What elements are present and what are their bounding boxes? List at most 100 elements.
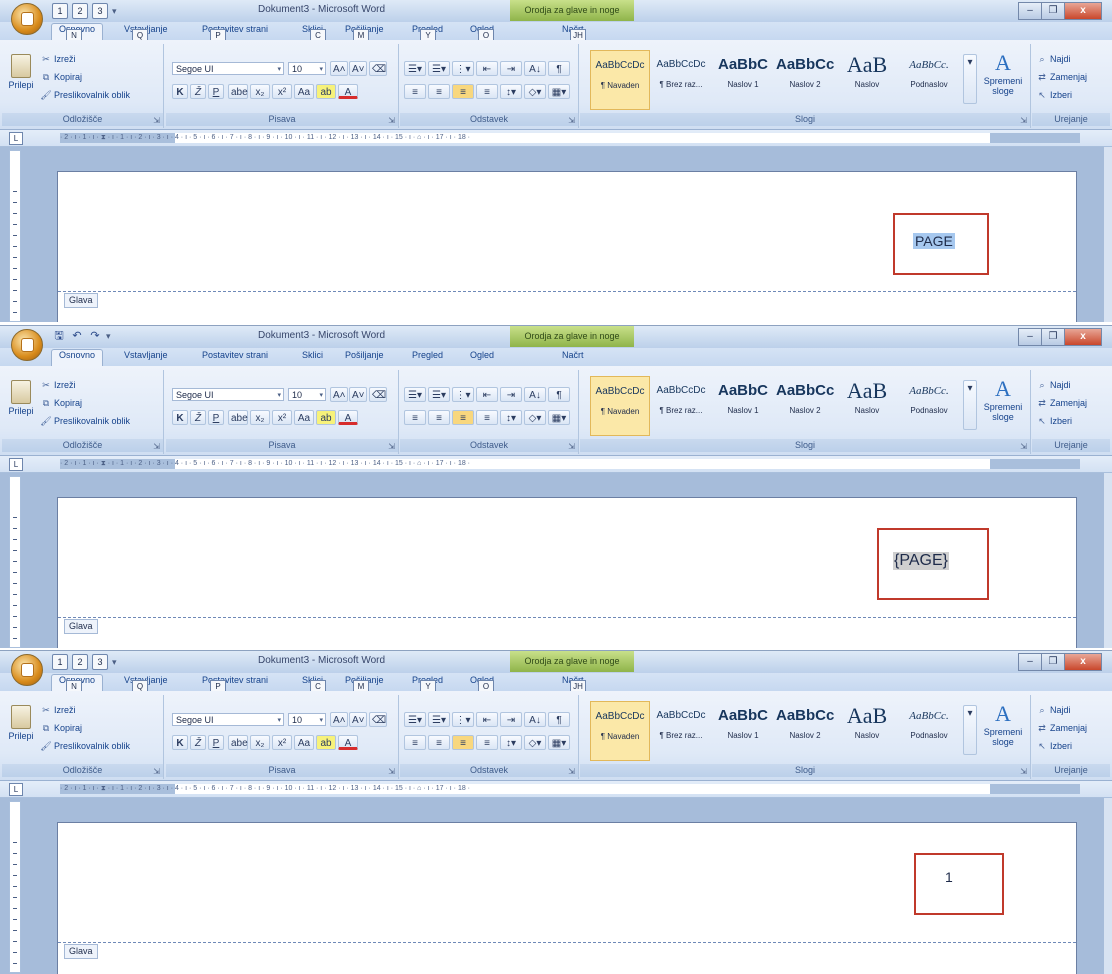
- tab-sklici[interactable]: Sklici: [302, 350, 323, 366]
- tab-selector-button[interactable]: L: [9, 458, 23, 471]
- decrease-indent-button[interactable]: ⇤: [476, 387, 498, 402]
- style-naslov[interactable]: AaB Naslov: [838, 50, 896, 108]
- change-styles-button[interactable]: A Spremeni sloge: [978, 376, 1028, 422]
- strikethrough-button[interactable]: abe: [228, 410, 248, 425]
- show-marks-button[interactable]: ¶: [548, 387, 570, 402]
- tab-selector-button[interactable]: L: [9, 132, 23, 145]
- align-left-button[interactable]: ≡: [404, 84, 426, 99]
- shrink-font-button[interactable]: A˅: [349, 387, 367, 402]
- tab-selector-button[interactable]: L: [9, 783, 23, 796]
- line-spacing-button[interactable]: ↕▾: [500, 84, 522, 99]
- change-case-button[interactable]: Aa: [294, 735, 314, 750]
- maximize-button[interactable]: ❐: [1041, 328, 1065, 346]
- font-color-button[interactable]: A: [338, 410, 358, 425]
- style-brez-raz[interactable]: AaBbCcDc ¶ Brez raz...: [652, 701, 710, 759]
- tab-pošiljanje[interactable]: Pošiljanje: [345, 350, 384, 366]
- shrink-font-button[interactable]: A˅: [349, 61, 367, 76]
- underline-button[interactable]: P: [208, 410, 224, 425]
- style-navaden[interactable]: AaBbCcDc ¶ Navaden: [590, 701, 650, 761]
- qat-customize-icon[interactable]: ▾: [112, 6, 117, 17]
- clipboard-launcher-icon[interactable]: ⇲: [153, 442, 160, 451]
- bullets-button[interactable]: ☰▾: [404, 387, 426, 402]
- font-launcher-icon[interactable]: ⇲: [388, 767, 395, 776]
- line-spacing-button[interactable]: ↕▾: [500, 735, 522, 750]
- replace-button[interactable]: ⇄ Zamenjaj: [1036, 723, 1087, 734]
- style-naslov[interactable]: AaB Naslov: [838, 701, 896, 759]
- change-styles-button[interactable]: A Spremeni sloge: [978, 50, 1028, 96]
- close-button[interactable]: x: [1064, 2, 1102, 20]
- highlight-button[interactable]: ab: [316, 410, 336, 425]
- shading-button[interactable]: ◇▾: [524, 84, 546, 99]
- styles-launcher-icon[interactable]: ⇲: [1020, 116, 1027, 125]
- find-button[interactable]: ⌕ Najdi: [1036, 705, 1070, 716]
- multilevel-list-button[interactable]: ⋮▾: [452, 387, 474, 402]
- styles-launcher-icon[interactable]: ⇲: [1020, 767, 1027, 776]
- format-painter-button[interactable]: 🖌 Preslikovalnik oblik: [40, 741, 130, 752]
- minimize-button[interactable]: –: [1018, 2, 1042, 20]
- align-left-button[interactable]: ≡: [404, 410, 426, 425]
- vertical-scrollbar[interactable]: [1104, 798, 1112, 974]
- line-spacing-button[interactable]: ↕▾: [500, 410, 522, 425]
- tab-vstavljanje[interactable]: Vstavljanje: [124, 350, 168, 366]
- style-podnaslov[interactable]: AaBbCc. Podnaslov: [900, 50, 958, 108]
- font-size-combo[interactable]: 10 ▾: [288, 62, 326, 75]
- style-podnaslov[interactable]: AaBbCc. Podnaslov: [900, 376, 958, 434]
- font-name-combo[interactable]: Segoe UI ▾: [172, 713, 284, 726]
- justify-button[interactable]: ≡: [476, 84, 498, 99]
- underline-button[interactable]: P: [208, 735, 224, 750]
- multilevel-list-button[interactable]: ⋮▾: [452, 61, 474, 76]
- sort-button[interactable]: A↓: [524, 61, 546, 76]
- sort-button[interactable]: A↓: [524, 712, 546, 727]
- select-button[interactable]: ↖ Izberi: [1036, 90, 1072, 101]
- qat-customize-icon[interactable]: ▾: [106, 331, 111, 342]
- align-left-button[interactable]: ≡: [404, 735, 426, 750]
- subscript-button[interactable]: x₂: [250, 84, 270, 99]
- font-size-combo[interactable]: 10 ▾: [288, 713, 326, 726]
- bullets-button[interactable]: ☰▾: [404, 712, 426, 727]
- center-button[interactable]: ≡: [428, 84, 450, 99]
- style-podnaslov[interactable]: AaBbCc. Podnaslov: [900, 701, 958, 759]
- paragraph-launcher-icon[interactable]: ⇲: [568, 116, 575, 125]
- style-naslov-2[interactable]: AaBbCc Naslov 2: [776, 50, 834, 108]
- subscript-button[interactable]: x₂: [250, 735, 270, 750]
- font-launcher-icon[interactable]: ⇲: [388, 442, 395, 451]
- decrease-indent-button[interactable]: ⇤: [476, 712, 498, 727]
- style-navaden[interactable]: AaBbCcDc ¶ Navaden: [590, 376, 650, 436]
- style-navaden[interactable]: AaBbCcDc ¶ Navaden: [590, 50, 650, 110]
- numbering-button[interactable]: ☰▾: [428, 712, 450, 727]
- align-right-button[interactable]: ≡: [452, 410, 474, 425]
- cut-button[interactable]: ✂ Izreži: [40, 705, 75, 716]
- grow-font-button[interactable]: A˄: [330, 387, 348, 402]
- find-button[interactable]: ⌕ Najdi: [1036, 54, 1070, 65]
- styles-more-button[interactable]: ▾: [963, 705, 977, 755]
- paste-button[interactable]: Prilepi: [6, 705, 36, 741]
- style-brez-raz[interactable]: AaBbCcDc ¶ Brez raz...: [652, 376, 710, 434]
- replace-button[interactable]: ⇄ Zamenjaj: [1036, 72, 1087, 83]
- style-naslov-1[interactable]: AaBbC Naslov 1: [714, 50, 772, 108]
- italic-button[interactable]: Ž: [190, 735, 206, 750]
- font-launcher-icon[interactable]: ⇲: [388, 116, 395, 125]
- bold-button[interactable]: K: [172, 735, 188, 750]
- styles-launcher-icon[interactable]: ⇲: [1020, 442, 1027, 451]
- change-styles-button[interactable]: A Spremeni sloge: [978, 701, 1028, 747]
- cut-button[interactable]: ✂ Izreži: [40, 380, 75, 391]
- qat-keytip-2[interactable]: 2: [72, 654, 88, 670]
- vertical-ruler[interactable]: [9, 476, 21, 648]
- font-name-combo[interactable]: Segoe UI ▾: [172, 62, 284, 75]
- grow-font-button[interactable]: A˄: [330, 61, 348, 76]
- format-painter-button[interactable]: 🖌 Preslikovalnik oblik: [40, 416, 130, 427]
- qat-keytip-3[interactable]: 3: [92, 654, 108, 670]
- highlight-button[interactable]: ab: [316, 84, 336, 99]
- styles-more-button[interactable]: ▾: [963, 380, 977, 430]
- increase-indent-button[interactable]: ⇥: [500, 712, 522, 727]
- undo-icon[interactable]: ↶: [70, 329, 84, 343]
- justify-button[interactable]: ≡: [476, 410, 498, 425]
- minimize-button[interactable]: –: [1018, 328, 1042, 346]
- change-case-button[interactable]: Aa: [294, 410, 314, 425]
- vertical-scrollbar[interactable]: [1104, 147, 1112, 322]
- increase-indent-button[interactable]: ⇥: [500, 61, 522, 76]
- underline-button[interactable]: P: [208, 84, 224, 99]
- office-button[interactable]: [11, 329, 43, 361]
- highlight-button[interactable]: ab: [316, 735, 336, 750]
- subscript-button[interactable]: x₂: [250, 410, 270, 425]
